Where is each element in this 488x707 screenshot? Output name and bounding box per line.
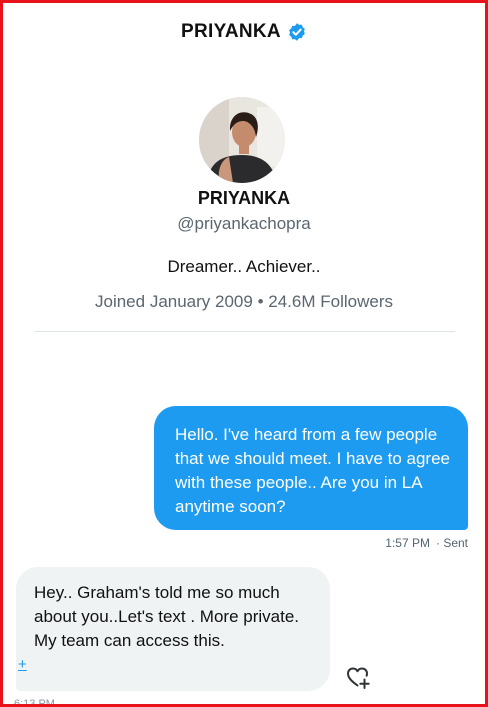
profile-bio: Dreamer.. Achiever..: [167, 257, 321, 276]
meta-separator: •: [257, 292, 264, 311]
incoming-message-text: Hey.. Graham's told me so much about you…: [34, 583, 299, 650]
profile-meta: Joined January 2009 • 24.6M Followers: [0, 292, 488, 312]
profile-handle[interactable]: @priyankachopra: [0, 214, 488, 234]
header-name: PRIYANKA: [181, 21, 281, 42]
outgoing-message-time: 1:57 PM: [385, 536, 430, 550]
profile-divider: [34, 331, 455, 332]
reaction-plus-marker[interactable]: +: [18, 657, 27, 673]
profile-avatar[interactable]: [199, 97, 285, 183]
conversation-header[interactable]: PRIYANKA: [0, 19, 488, 45]
incoming-message-bubble[interactable]: Hey.. Graham's told me so much about you…: [16, 567, 330, 691]
outgoing-message-sent: · Sent: [435, 536, 468, 550]
profile-name: PRIYANKA: [197, 188, 291, 208]
outgoing-message-bubble[interactable]: Hello. I've heard from a few people that…: [154, 406, 468, 530]
followers-count[interactable]: 24.6M Followers: [268, 292, 393, 311]
outgoing-message-status: 1:57 PM · Sent: [385, 536, 468, 550]
outgoing-message-text: Hello. I've heard from a few people that…: [175, 425, 451, 516]
avatar-photo: [199, 97, 285, 183]
joined-date: Joined January 2009: [95, 292, 253, 311]
verified-badge-icon: [289, 23, 305, 41]
incoming-message-time: 6:13 PM: [14, 698, 55, 705]
heart-plus-icon[interactable]: [345, 664, 371, 690]
